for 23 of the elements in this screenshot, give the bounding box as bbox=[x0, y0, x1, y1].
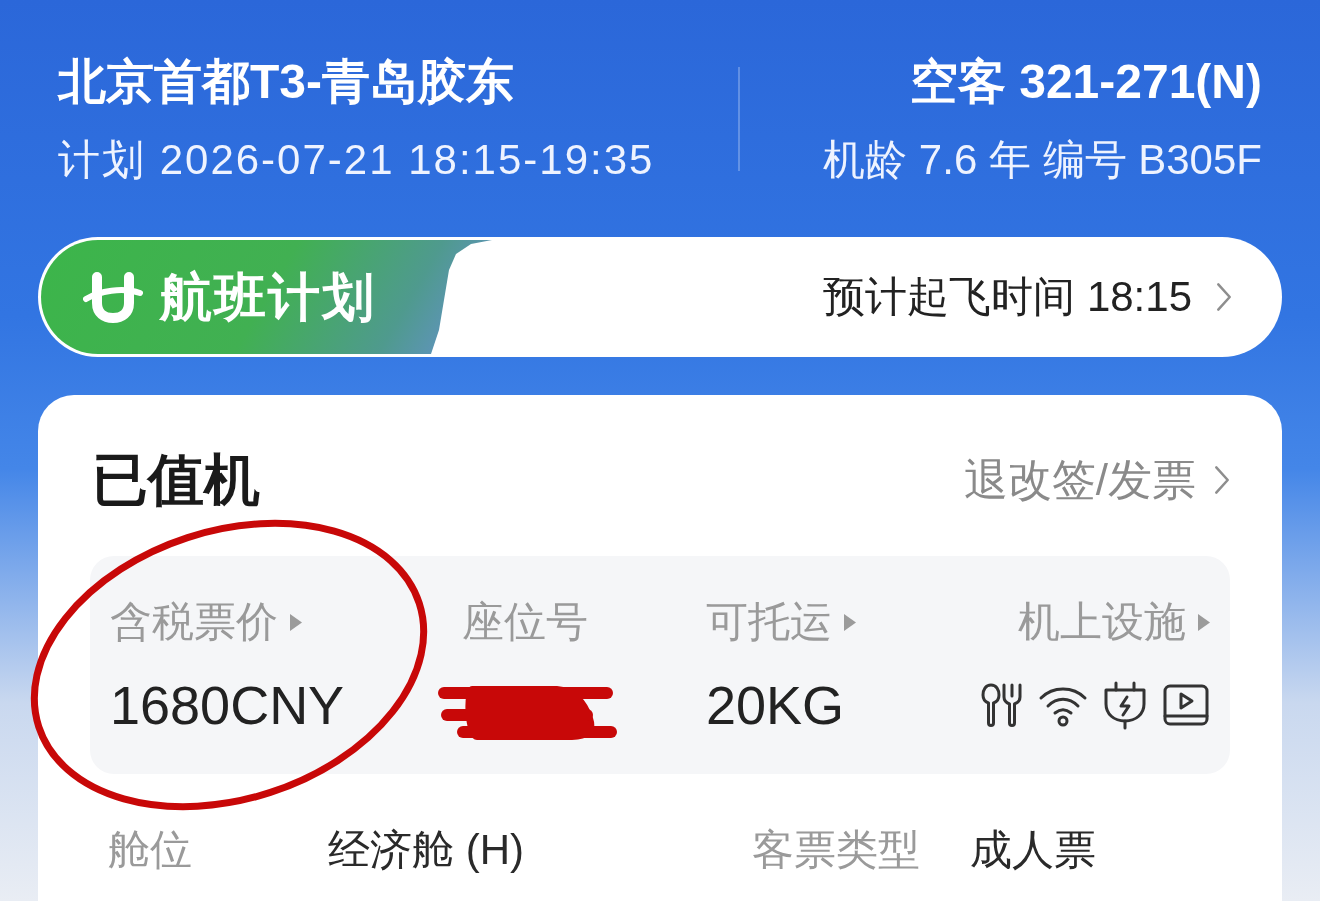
detail-value: 成人票 bbox=[970, 825, 1097, 875]
field-value: 1680CNY bbox=[110, 675, 345, 735]
field-value: 20KG bbox=[706, 675, 845, 735]
detail-label: 舱位 bbox=[108, 825, 193, 875]
field-label: 含税票价 bbox=[110, 597, 278, 647]
chevron-right-icon bbox=[1216, 282, 1232, 312]
aircraft-model: 空客 321-271(N) bbox=[909, 54, 1262, 110]
schedule-text: 计划 2026-07-21 18:15-19:35 bbox=[58, 136, 656, 184]
chevron-right-icon bbox=[1214, 464, 1230, 495]
detail-label: 客票类型 bbox=[752, 825, 921, 875]
field-label: 机上设施 bbox=[1018, 597, 1186, 647]
field-label: 座位号 bbox=[462, 597, 588, 647]
video-screen-icon bbox=[1162, 683, 1210, 727]
spoon-fork-icon bbox=[980, 682, 1024, 728]
route-title: 北京首都T3-青岛胶东 bbox=[58, 54, 515, 110]
aircraft-details: 机龄 7.6 年 编号 B305F bbox=[823, 136, 1262, 184]
logo-icon bbox=[83, 271, 143, 323]
power-plug-icon bbox=[1102, 680, 1148, 730]
field-label: 可托运 bbox=[706, 597, 832, 647]
departure-time-link[interactable]: 预计起飞时间 18:15 bbox=[823, 272, 1232, 322]
detail-value: 经济舱 (H) bbox=[328, 825, 525, 875]
checkin-status: 已值机 bbox=[92, 447, 260, 513]
badge-title: 航班计划 bbox=[160, 267, 376, 327]
